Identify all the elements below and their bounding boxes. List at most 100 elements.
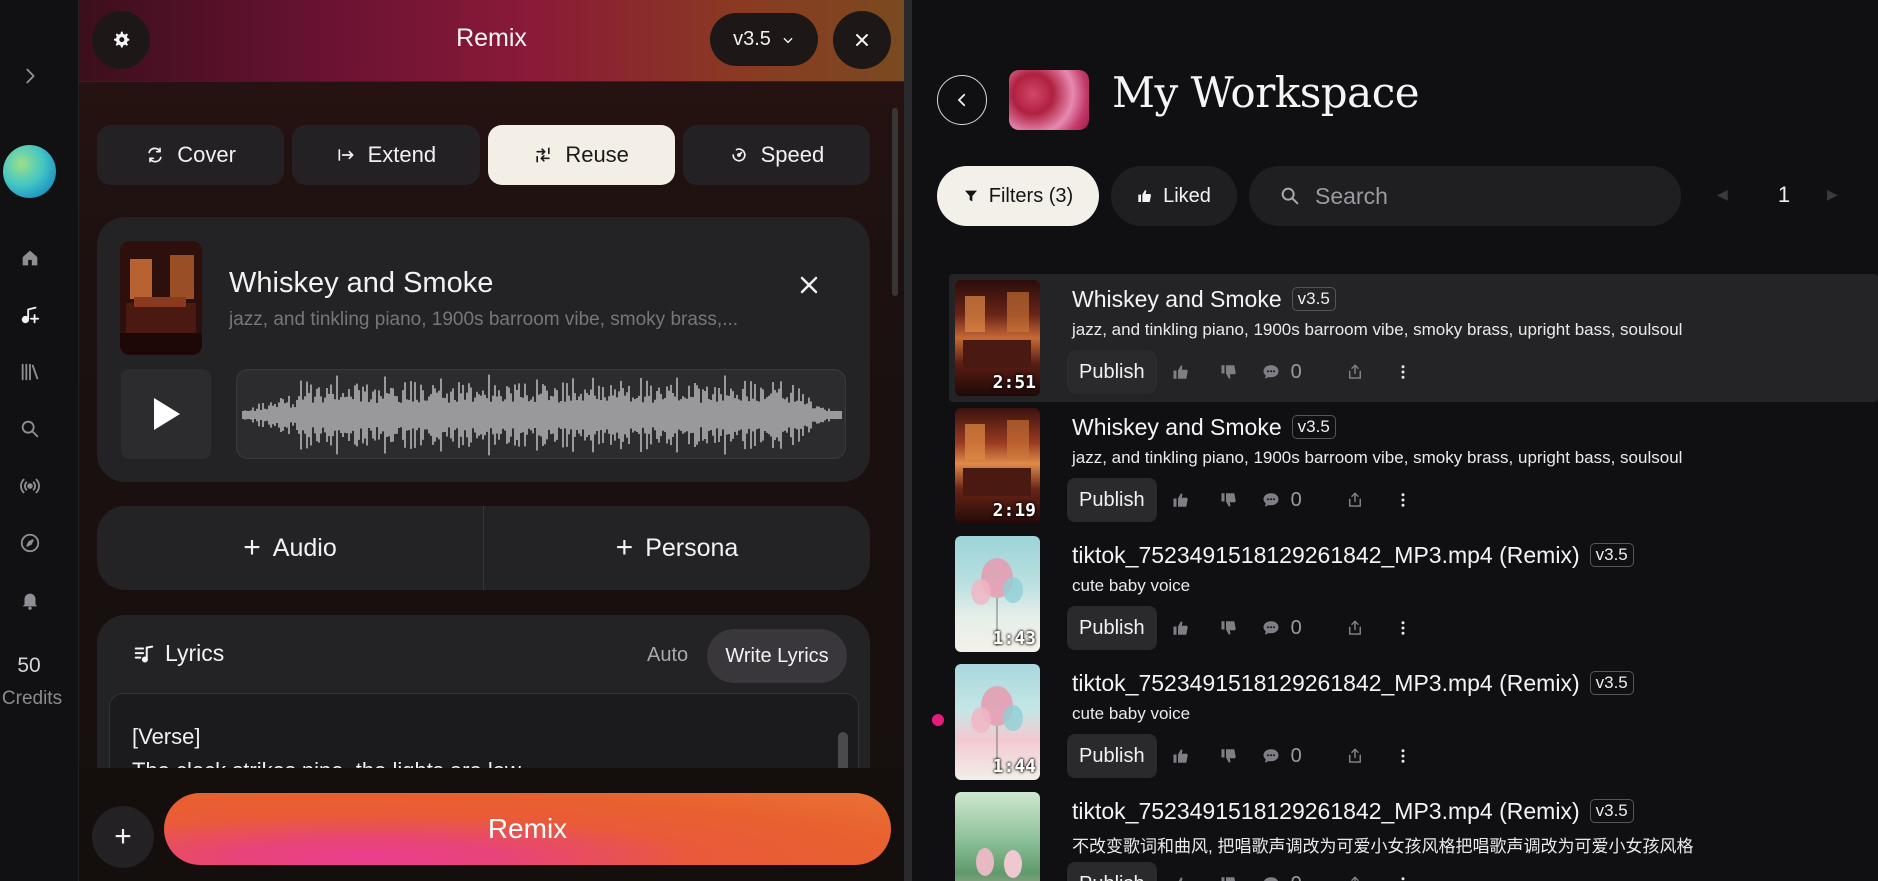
lyrics-auto-toggle[interactable]: Auto (647, 644, 688, 667)
thumbs-up-icon (1173, 621, 1188, 635)
comments-button[interactable] (1253, 350, 1289, 394)
song-row[interactable]: 2:19 Whiskey and Smoke v3.5 jazz, and tin… (949, 402, 1878, 530)
dislike-button[interactable] (1205, 734, 1253, 778)
waveform[interactable] (236, 369, 846, 459)
remix-panel: Remix v3.5 ▲ ▼ Cover Extend (79, 0, 904, 881)
search-icon[interactable] (18, 417, 42, 441)
song-row[interactable]: 1:43 tiktok_7523491518129261842_MP3.mp4 … (949, 530, 1878, 658)
like-button[interactable] (1157, 734, 1205, 778)
previous-page-button[interactable]: ◀ (1717, 186, 1728, 203)
more-options-button[interactable] (1379, 734, 1427, 778)
search-field[interactable] (1249, 166, 1681, 226)
song-title[interactable]: tiktok_7523491518129261842_MP3.mp4 (Remi… (1072, 798, 1580, 824)
tab-label: Extend (367, 142, 437, 167)
comments-button[interactable] (1253, 734, 1289, 778)
like-button[interactable] (1157, 606, 1205, 650)
more-options-button[interactable] (1379, 478, 1427, 522)
song-version-badge: v3.5 (1291, 287, 1336, 311)
song-title[interactable]: Whiskey and Smoke (1072, 414, 1282, 440)
song-cover-image[interactable] (955, 792, 1040, 881)
version-dropdown[interactable]: v3.5 (710, 13, 818, 66)
song-actions: Publish 0 (1067, 862, 1427, 881)
like-button[interactable] (1157, 862, 1205, 881)
more-options-button[interactable] (1379, 350, 1427, 394)
more-options-button[interactable] (1379, 606, 1427, 650)
share-button[interactable] (1331, 606, 1379, 650)
library-icon[interactable] (18, 360, 42, 384)
comments-button[interactable] (1253, 606, 1289, 650)
song-title[interactable]: tiktok_7523491518129261842_MP3.mp4 (Remi… (1072, 670, 1580, 696)
close-panel-button[interactable] (833, 11, 891, 69)
publish-button[interactable]: Publish (1067, 734, 1157, 778)
dislike-button[interactable] (1205, 350, 1253, 394)
song-duration: 2:19 (992, 500, 1036, 521)
song-duration: 1:43 (992, 628, 1036, 649)
add-persona-label: Persona (645, 533, 739, 562)
remix-button[interactable]: Remix (164, 793, 891, 865)
next-page-button[interactable]: ▶ (1827, 186, 1838, 203)
tab-cover[interactable]: Cover (97, 125, 285, 185)
app-root: 50 Credits Remix v3.5 ▲ ▼ (0, 0, 1878, 881)
create-icon[interactable] (18, 303, 42, 327)
share-button[interactable] (1331, 862, 1379, 881)
share-button[interactable] (1331, 478, 1379, 522)
add-audio-button[interactable]: + Audio (97, 506, 483, 590)
tab-speed[interactable]: Speed (682, 125, 870, 185)
add-audio-label: Audio (272, 533, 337, 562)
dislike-button[interactable] (1205, 606, 1253, 650)
expand-icon[interactable] (18, 64, 42, 88)
search-input[interactable] (1315, 176, 1655, 216)
publish-button[interactable]: Publish (1067, 350, 1157, 394)
song-row[interactable]: 2:51 Whiskey and Smoke v3.5 jazz, and tin… (949, 274, 1878, 402)
panel-scrollbar[interactable] (892, 108, 898, 296)
comment-icon (1263, 493, 1279, 507)
comments-button[interactable] (1253, 478, 1289, 522)
play-button[interactable] (121, 369, 211, 459)
back-button[interactable] (937, 75, 987, 125)
like-button[interactable] (1157, 478, 1205, 522)
dislike-button[interactable] (1205, 478, 1253, 522)
lyrics-scrollbar[interactable] (838, 732, 848, 772)
song-description: 不改变歌词和曲风, 把唱歌声调改为可爱小女孩风格把唱歌声调改为可爱小女孩风格 (1072, 837, 1694, 856)
liked-filter-button[interactable]: Liked (1111, 166, 1237, 226)
song-cover-image[interactable]: 1:44 (955, 664, 1040, 780)
tab-reuse[interactable]: Reuse (487, 125, 675, 185)
like-button[interactable] (1157, 350, 1205, 394)
share-icon (1348, 620, 1361, 635)
more-options-button[interactable] (1379, 862, 1427, 881)
song-cover-image[interactable]: 1:43 (955, 536, 1040, 652)
explore-icon[interactable] (18, 531, 42, 555)
comment-icon (1263, 365, 1279, 379)
panel-divider[interactable] (904, 0, 912, 881)
add-button[interactable]: + (92, 806, 154, 868)
share-button[interactable] (1331, 734, 1379, 778)
song-row[interactable]: tiktok_7523491518129261842_MP3.mp4 (Remi… (949, 786, 1878, 881)
remove-track-button[interactable] (797, 273, 825, 301)
tab-extend[interactable]: Extend (292, 125, 480, 185)
avatar[interactable] (3, 145, 56, 198)
song-row[interactable]: 1:44 tiktok_7523491518129261842_MP3.mp4 … (949, 658, 1878, 786)
filters-button[interactable]: Filters (3) (937, 166, 1099, 226)
write-lyrics-toggle[interactable]: Write Lyrics (707, 629, 847, 683)
add-persona-button[interactable]: + Persona (484, 506, 870, 590)
dislike-button[interactable] (1205, 862, 1253, 881)
radio-icon[interactable] (18, 474, 42, 498)
song-duration: 2:51 (992, 372, 1036, 393)
thumbs-down-icon (1221, 621, 1236, 635)
bell-icon[interactable] (18, 588, 42, 612)
song-cover-image[interactable]: 2:51 (955, 280, 1040, 396)
song-actions: Publish 0 (1067, 478, 1427, 522)
song-description: cute baby voice (1072, 576, 1191, 595)
plus-icon: + (243, 531, 261, 564)
song-cover-image[interactable]: 2:19 (955, 408, 1040, 524)
left-nav: 50 Credits (0, 0, 79, 881)
share-button[interactable] (1331, 350, 1379, 394)
song-title[interactable]: tiktok_7523491518129261842_MP3.mp4 (Remi… (1072, 542, 1580, 568)
publish-button[interactable]: Publish (1067, 606, 1157, 650)
song-title[interactable]: Whiskey and Smoke (1072, 286, 1282, 312)
home-icon[interactable] (18, 246, 42, 270)
publish-button[interactable]: Publish (1067, 478, 1157, 522)
comments-button[interactable] (1253, 862, 1289, 881)
publish-button[interactable]: Publish (1067, 862, 1157, 881)
filter-icon (964, 190, 977, 202)
